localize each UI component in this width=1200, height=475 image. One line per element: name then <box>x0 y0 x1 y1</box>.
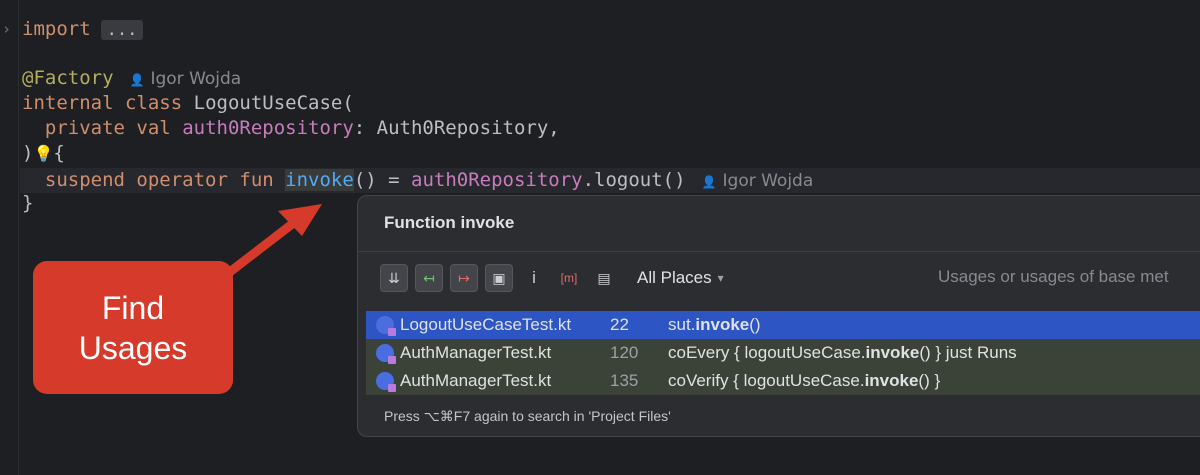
fun-signature: () = <box>353 169 412 191</box>
usage-file: LogoutUseCaseTest.kt <box>400 315 572 334</box>
gutter-divider <box>18 0 19 475</box>
val-keyword: val <box>136 117 171 139</box>
usage-file: AuthManagerTest.kt <box>400 371 552 390</box>
code-line-param[interactable]: private val auth0Repository: Auth0Reposi… <box>22 116 560 141</box>
fun-keyword: fun <box>239 169 274 191</box>
usage-line: 22 <box>610 315 629 334</box>
usage-row[interactable]: AuthManagerTest.kt 135 coVerify { logout… <box>366 367 1200 395</box>
usage-row[interactable]: LogoutUseCaseTest.kt 22 sut.invoke() <box>366 311 1200 339</box>
logout-call: .logout() <box>582 169 686 191</box>
private-keyword: private <box>44 117 125 139</box>
usage-code: coVerify { logoutUseCase.invoke() } <box>668 371 941 390</box>
preview-icon[interactable]: ▤ <box>590 264 618 292</box>
usage-line: 120 <box>610 343 639 362</box>
function-name-invoke[interactable]: invoke <box>285 169 354 191</box>
usage-description: Usages or usages of base met <box>938 267 1169 286</box>
close-paren: ) <box>22 142 34 164</box>
import-keyword: import <box>22 18 91 40</box>
usage-row[interactable]: AuthManagerTest.kt 120 coEvery { logoutU… <box>366 339 1200 367</box>
kotlin-test-class-icon <box>376 372 396 392</box>
scope-label: All Places <box>637 268 712 287</box>
code-line-import[interactable]: import... <box>22 17 144 42</box>
popup-footer-hint: Press ⌥⌘F7 again to search in 'Project F… <box>384 408 671 424</box>
person-icon: 👤 <box>129 73 145 87</box>
fold-chevron-icon[interactable]: › <box>2 20 11 38</box>
code-line-annotation[interactable]: @Factory 👤 Igor Wojda <box>22 66 241 91</box>
import-icon[interactable]: i <box>520 264 548 292</box>
folded-imports[interactable]: ... <box>100 20 144 40</box>
operator-keyword: operator <box>136 169 228 191</box>
code-line-close[interactable]: )💡{ <box>22 141 65 166</box>
find-usages-callout: Find Usages <box>33 261 233 394</box>
usage-file: AuthManagerTest.kt <box>400 343 552 362</box>
code-line-fun[interactable]: suspend operator fun invoke() = auth0Rep… <box>22 168 813 193</box>
class-keyword: class <box>124 92 183 114</box>
popup-toolbar: ⇊ ↤ ↦ ▣ i [m] ▤ All Places ▾ <box>380 264 724 292</box>
close-brace: } <box>22 192 34 214</box>
param-type: : Auth0Repository, <box>353 117 560 139</box>
kotlin-test-class-icon <box>376 316 396 336</box>
usage-code: sut.invoke() <box>668 315 761 334</box>
scope-dropdown[interactable]: All Places ▾ <box>637 268 724 288</box>
popup-title: Function invoke <box>384 213 515 232</box>
author-hint-fun[interactable]: 👤 Igor Wojda <box>702 171 814 191</box>
read-access-icon[interactable]: ↤ <box>415 264 443 292</box>
write-access-icon[interactable]: ↦ <box>450 264 478 292</box>
code-line-end[interactable]: } <box>22 191 33 216</box>
usage-line: 135 <box>610 371 639 390</box>
chevron-down-icon: ▾ <box>717 271 724 285</box>
usage-code: coEvery { logoutUseCase.invoke() } just … <box>668 343 1017 362</box>
usages-list: LogoutUseCaseTest.kt 22 sut.invoke() Aut… <box>366 311 1200 395</box>
popup-divider <box>358 251 1200 252</box>
open-brace: { <box>53 142 65 164</box>
person-icon: 👤 <box>701 175 717 189</box>
code-line-class[interactable]: internal class LogoutUseCase( <box>22 91 354 116</box>
annotation: @Factory <box>22 67 114 89</box>
merge-usages-icon[interactable]: ⇊ <box>380 264 408 292</box>
class-name: LogoutUseCase( <box>193 92 354 114</box>
callout-line-2: Usages <box>78 329 188 366</box>
callout-line-1: Find <box>101 289 165 326</box>
lightbulb-icon[interactable]: 💡 <box>33 144 53 163</box>
internal-keyword: internal <box>22 92 114 114</box>
suspend-keyword: suspend <box>44 169 125 191</box>
kotlin-test-class-icon <box>376 344 396 364</box>
repository-ref: auth0Repository <box>411 169 583 191</box>
author-hint[interactable]: 👤 Igor Wojda <box>130 69 242 89</box>
param-name: auth0Repository <box>182 117 354 139</box>
method-icon[interactable]: [m] <box>555 264 583 292</box>
find-usages-popup[interactable]: Function invoke ⇊ ↤ ↦ ▣ i [m] ▤ All Plac… <box>357 195 1200 437</box>
module-folder-icon[interactable]: ▣ <box>485 264 513 292</box>
